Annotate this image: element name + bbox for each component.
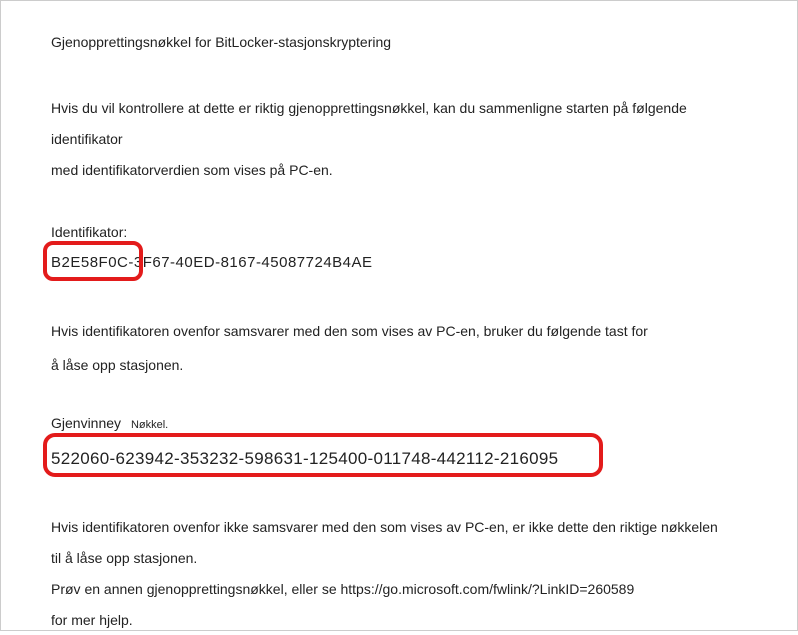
recovery-key-value: 522060-623942-353232-598631-125400-01174… [51,449,558,468]
recovery-key-row: 522060-623942-353232-598631-125400-01174… [51,445,747,472]
instruction-match: Hvis identifikatoren ovenfor samsvarer m… [51,315,747,382]
recovery-label-main: Gjenvinney [51,415,121,431]
instruction-line: med identifikatorverdien som vises på PC… [51,155,747,186]
instruction-nomatch: Hvis identifikatoren ovenfor ikke samsva… [51,512,747,635]
instruction-line: å låse opp stasjonen. [51,349,747,383]
instruction-line: Hvis identifikatoren ovenfor samsvarer m… [51,315,747,349]
instruction-line: Prøv en annen gjenopprettingsnøkkel, ell… [51,574,747,605]
instruction-line: Hvis identifikatoren ovenfor ikke samsva… [51,512,747,543]
instruction-line: til å låse opp stasjonen. [51,543,747,574]
identifier-label: Identifikator: [51,221,747,243]
document-title: Gjenopprettingsnøkkel for BitLocker-stas… [51,31,747,53]
identifier-value-row: B2E58F0C-3F67-40ED-8167-45087724B4AE [51,251,747,275]
recovery-key-label: Gjenvinney Nøkkel. [51,412,747,435]
identifier-value: B2E58F0C-3F67-40ED-8167-45087724B4AE [51,254,373,271]
instruction-line: for mer hjelp. [51,605,747,635]
instruction-line: Hvis du vil kontrollere at dette er rikt… [51,93,747,155]
recovery-label-small: Nøkkel. [131,419,168,431]
instruction-verify: Hvis du vil kontrollere at dette er rikt… [51,93,747,185]
